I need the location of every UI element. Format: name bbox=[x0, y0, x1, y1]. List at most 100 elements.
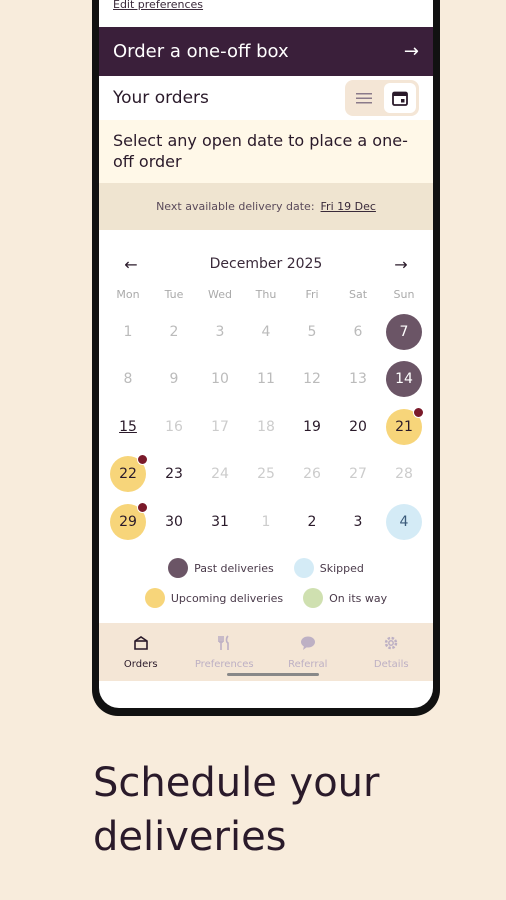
notification-dot bbox=[413, 406, 424, 418]
calendar-day-cell[interactable]: 31 bbox=[197, 498, 243, 546]
calendar-day-cell: 25 bbox=[243, 451, 289, 499]
notification-dot bbox=[137, 501, 148, 513]
weekday-label: Sat bbox=[348, 288, 368, 301]
tab-label: Preferences bbox=[194, 659, 254, 670]
calendar-day: 3 bbox=[215, 323, 225, 340]
calendar-icon bbox=[392, 91, 408, 106]
legend-item: Past deliveries bbox=[168, 558, 274, 578]
app-screen: Edit preferences Order a one-off box → Y… bbox=[99, 0, 433, 708]
calendar-day-cell: 10 bbox=[197, 356, 243, 404]
calendar-day-cell: 6 bbox=[335, 308, 381, 356]
calendar-day-cell: 16 bbox=[151, 403, 197, 451]
month-title: December 2025 bbox=[209, 256, 323, 272]
calendar-day-cell[interactable]: 30 bbox=[151, 498, 197, 546]
weekday-label: Thu bbox=[255, 288, 277, 301]
promo-headline: Schedule your deliveries bbox=[93, 760, 380, 860]
calendar-day: 17 bbox=[211, 418, 229, 435]
list-view-button[interactable] bbox=[348, 83, 380, 113]
calendar-day: 10 bbox=[211, 371, 229, 388]
calendar-day-cell: 11 bbox=[243, 356, 289, 404]
calendar-day-cell[interactable]: 23 bbox=[151, 451, 197, 499]
weekday-label: Fri bbox=[305, 288, 319, 301]
calendar-day-cell[interactable]: 15 bbox=[105, 403, 151, 451]
calendar-grid: 1 2 3 4 5 6 7 8 9 10 11 12 13 14 15 16 17 18 19 20 21 22 23 24 2… bbox=[105, 308, 427, 546]
legend-label: Past deliveries bbox=[194, 561, 274, 575]
calendar-day-cell: 17 bbox=[197, 403, 243, 451]
calendar-day-cell[interactable]: 20 bbox=[335, 403, 381, 451]
calendar-day: 3 bbox=[353, 513, 363, 530]
chat-bubble-icon bbox=[299, 634, 317, 655]
legend-row: Upcoming deliveries On its way bbox=[99, 588, 433, 608]
legend-row: Past deliveries Skipped bbox=[99, 558, 433, 578]
calendar-day: 5 bbox=[307, 323, 317, 340]
calendar-day-cell[interactable]: 21 bbox=[381, 403, 427, 451]
next-month-button[interactable]: → bbox=[391, 255, 411, 274]
legend-swatch bbox=[293, 558, 314, 578]
orders-header: Your orders bbox=[99, 76, 433, 120]
weekday-label: Mon bbox=[116, 288, 140, 301]
calendar-day: 14 bbox=[386, 361, 422, 398]
calendar-day-cell[interactable]: 2 bbox=[289, 498, 335, 546]
weekday-label: Wed bbox=[208, 288, 232, 301]
calendar-day-cell: 13 bbox=[335, 356, 381, 404]
open-date-hint: Select any open date to place a one-off … bbox=[99, 120, 433, 183]
calendar-day: 22 bbox=[110, 454, 148, 493]
tab-orders[interactable]: Orders bbox=[99, 623, 183, 681]
tab-label: Orders bbox=[123, 659, 158, 670]
prev-month-button[interactable]: ← bbox=[121, 255, 141, 274]
calendar-view-button[interactable] bbox=[384, 83, 416, 113]
calendar-day: 12 bbox=[303, 371, 321, 388]
legend-label: Upcoming deliveries bbox=[170, 591, 284, 605]
calendar-day: 26 bbox=[303, 466, 321, 483]
calendar-day-cell: 1 bbox=[243, 498, 289, 546]
calendar-day: 28 bbox=[395, 466, 413, 483]
calendar-day: 18 bbox=[257, 418, 275, 435]
calendar-day: 1 bbox=[261, 513, 271, 530]
calendar-day: 16 bbox=[165, 418, 183, 435]
calendar-day-cell[interactable]: 3 bbox=[335, 498, 381, 546]
calendar-day: 30 bbox=[165, 513, 183, 530]
calendar-day-cell: 8 bbox=[105, 356, 151, 404]
phone-frame: Edit preferences Order a one-off box → Y… bbox=[92, 0, 440, 716]
calendar-header: ← December 2025 → bbox=[99, 250, 433, 278]
calendar-day-cell[interactable]: 19 bbox=[289, 403, 335, 451]
edit-preferences-link[interactable]: Edit preferences bbox=[113, 0, 203, 11]
arrow-right-icon: → bbox=[403, 41, 419, 62]
weekday-label: Tue bbox=[164, 288, 184, 301]
order-one-off-box-button[interactable]: Order a one-off box → bbox=[99, 27, 433, 76]
calendar-day-cell[interactable]: 22 bbox=[105, 451, 151, 499]
calendar-day-cell[interactable]: 29 bbox=[105, 498, 151, 546]
order-one-off-label: Order a one-off box bbox=[113, 41, 289, 62]
calendar-day: 11 bbox=[257, 371, 275, 388]
calendar-day-cell: 4 bbox=[243, 308, 289, 356]
calendar-day-cell: 24 bbox=[197, 451, 243, 499]
next-delivery-banner: Next available delivery date: Fri 19 Dec bbox=[99, 183, 433, 230]
legend-label: Skipped bbox=[319, 561, 364, 575]
next-delivery-date[interactable]: Fri 19 Dec bbox=[321, 200, 376, 213]
calendar-day: 2 bbox=[169, 323, 179, 340]
weekday-label: Sun bbox=[393, 288, 415, 301]
calendar-day: 23 bbox=[165, 466, 183, 483]
cutlery-icon bbox=[215, 634, 233, 655]
tab-details[interactable]: Details bbox=[350, 623, 434, 681]
orders-title: Your orders bbox=[113, 88, 209, 108]
calendar-day: 7 bbox=[386, 313, 422, 350]
calendar-day: 2 bbox=[307, 513, 317, 530]
calendar-day: 25 bbox=[257, 466, 275, 483]
calendar-day-cell: 26 bbox=[289, 451, 335, 499]
calendar-day: 1 bbox=[123, 323, 133, 340]
tab-label: Details bbox=[373, 659, 409, 670]
calendar-day-cell: 4 bbox=[381, 498, 427, 546]
calendar-day: 21 bbox=[386, 406, 424, 445]
box-icon bbox=[132, 634, 150, 655]
calendar-day-cell: 5 bbox=[289, 308, 335, 356]
calendar-day: 9 bbox=[169, 371, 179, 388]
legend-item: Skipped bbox=[293, 558, 364, 578]
calendar-day: 27 bbox=[349, 466, 367, 483]
calendar-day-cell: 3 bbox=[197, 308, 243, 356]
calendar-day: 8 bbox=[123, 371, 133, 388]
calendar-day-cell: 12 bbox=[289, 356, 335, 404]
legend-item: Upcoming deliveries bbox=[144, 588, 284, 608]
calendar-day: 20 bbox=[349, 418, 367, 435]
list-icon bbox=[356, 93, 372, 104]
